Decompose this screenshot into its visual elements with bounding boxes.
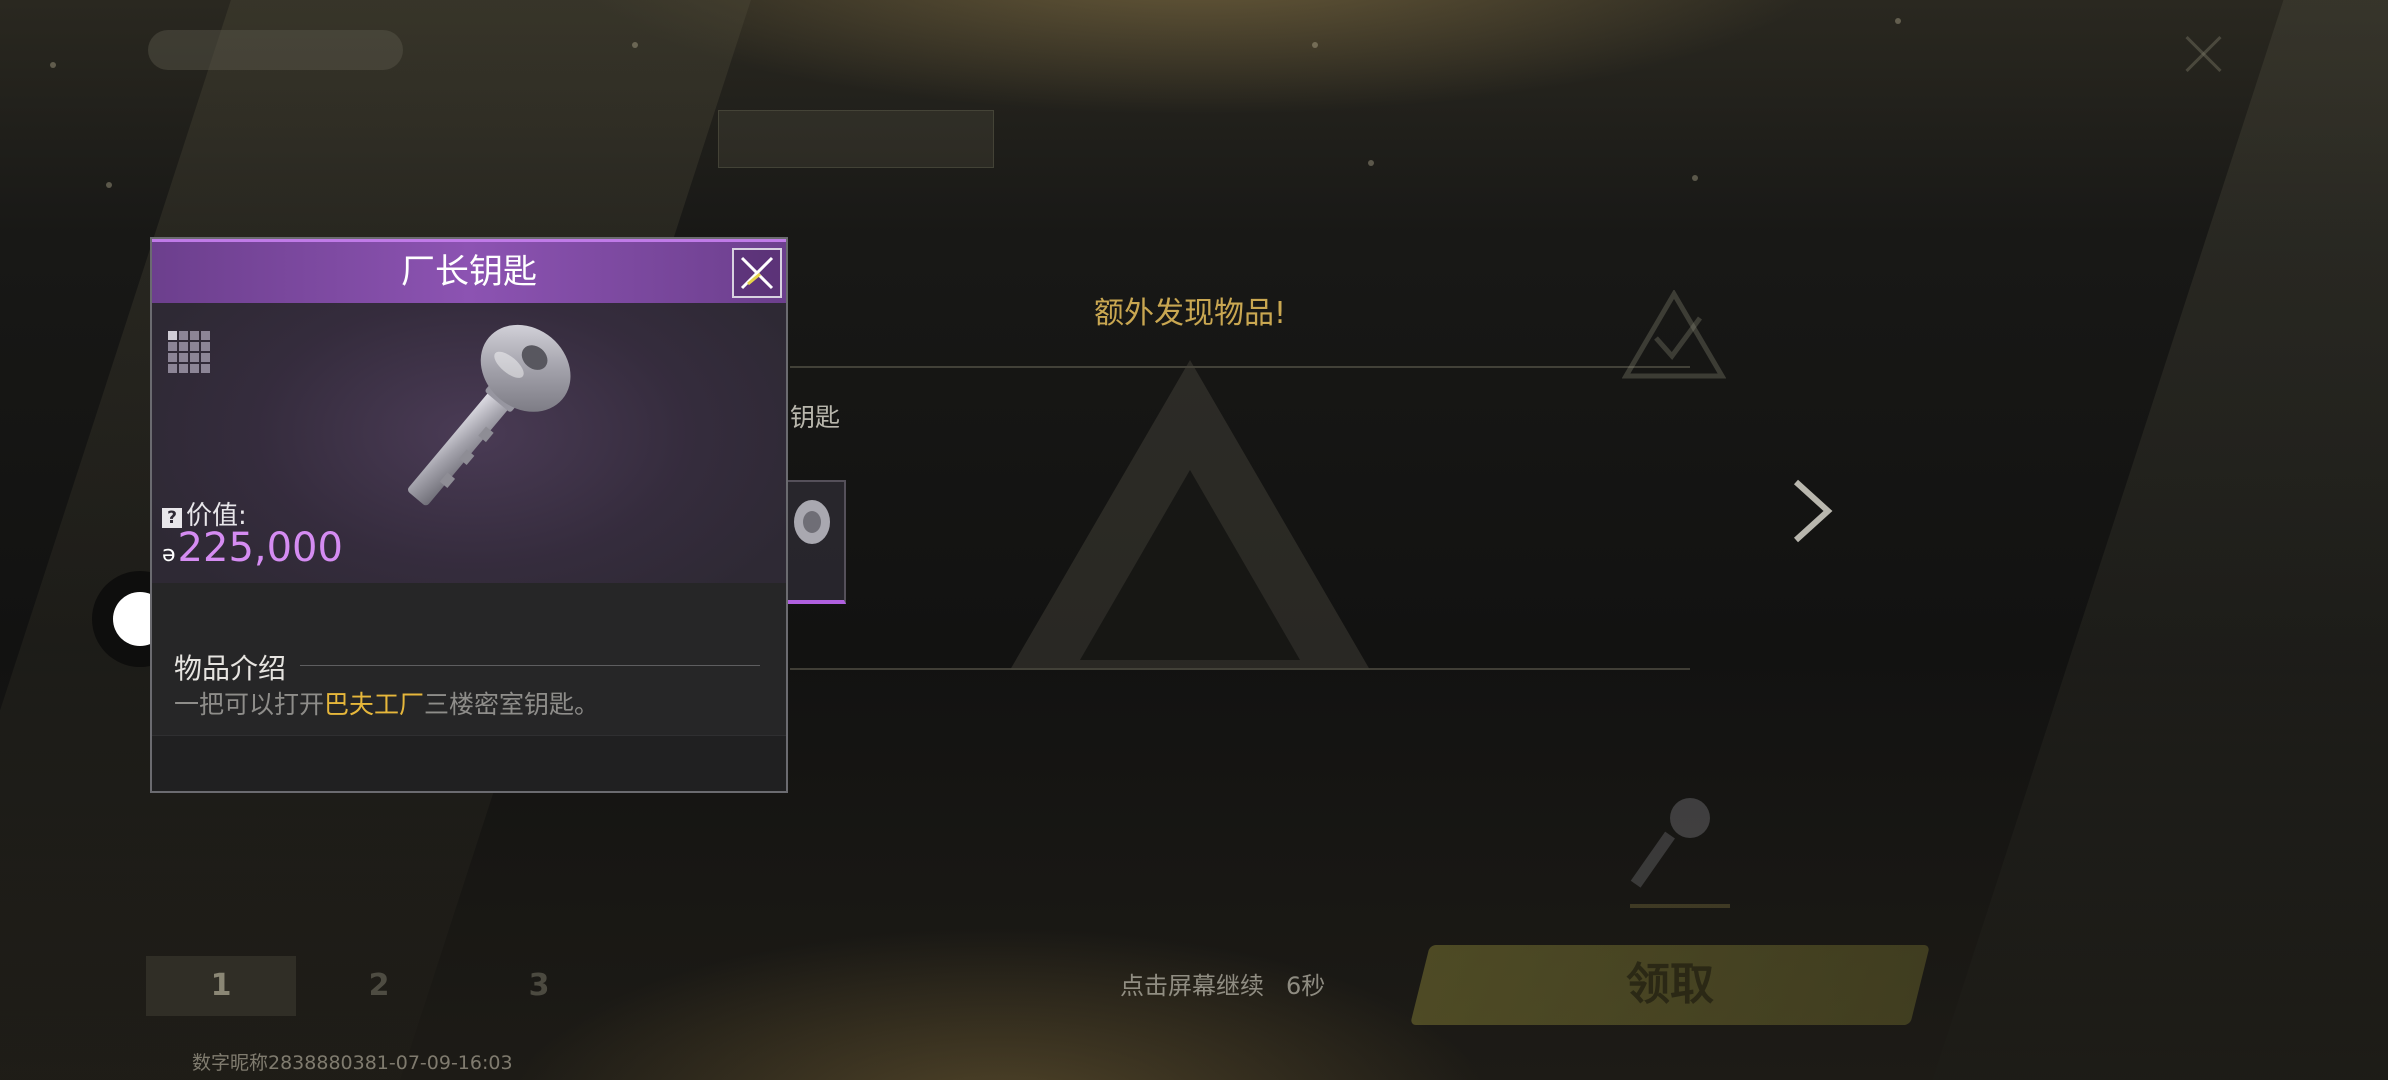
top-info-pill bbox=[148, 30, 403, 70]
page-tabs: 1 2 3 bbox=[146, 956, 846, 1016]
description-text: 三楼密室钥匙。 bbox=[424, 690, 600, 719]
item-description: 一把可以打开巴夫工厂三楼密室钥匙。 bbox=[174, 685, 599, 721]
item-value-number: 225,000 bbox=[177, 525, 343, 571]
particle bbox=[106, 182, 112, 188]
particle bbox=[1895, 18, 1901, 24]
particle bbox=[632, 42, 638, 48]
key-icon bbox=[794, 500, 830, 544]
close-icon bbox=[740, 256, 774, 290]
location-highlight: 巴夫工厂 bbox=[324, 690, 425, 719]
background-tag bbox=[718, 110, 994, 168]
tab-1[interactable]: 1 bbox=[146, 956, 296, 1016]
section-divider bbox=[300, 665, 760, 666]
coin-icon: ǝ bbox=[162, 542, 176, 567]
key-icon bbox=[408, 324, 571, 506]
item-title: 厂长钥匙 bbox=[401, 252, 537, 292]
countdown: 6秒 bbox=[1286, 972, 1326, 1000]
popup-footer bbox=[152, 735, 786, 791]
found-item-name: 钥匙 bbox=[790, 403, 841, 432]
particle bbox=[1692, 175, 1698, 181]
close-button[interactable] bbox=[732, 248, 782, 298]
side-reward-item bbox=[1630, 608, 1720, 718]
item-preview: ? 价值: ǝ225,000 bbox=[152, 303, 786, 583]
emblem-icon bbox=[1622, 290, 1726, 379]
tab-2[interactable]: 2 bbox=[304, 956, 454, 1016]
player-watermark: 数字昵称2838880381-07-09-16:03 bbox=[192, 1052, 513, 1074]
particle bbox=[1312, 42, 1318, 48]
item-detail-popup: 厂长钥匙 ? 价值: ǝ225,000 物品介绍 一把可以打开巴夫工厂三楼密室钥… bbox=[150, 237, 788, 793]
side-key-icon bbox=[1630, 798, 1730, 908]
claim-button[interactable]: 领取 bbox=[1420, 945, 1920, 1025]
grid-size-icon bbox=[168, 331, 210, 373]
background-logo-cutout bbox=[1080, 470, 1300, 660]
chevron-right-icon[interactable] bbox=[1790, 478, 1836, 544]
popup-header: 厂长钥匙 bbox=[152, 239, 786, 303]
item-value: ǝ225,000 bbox=[162, 525, 343, 571]
continue-hint: 点击屏幕继续 6秒 bbox=[1120, 966, 1325, 1001]
item-intro-heading: 物品介绍 bbox=[174, 652, 287, 685]
tab-3[interactable]: 3 bbox=[464, 956, 614, 1016]
particle bbox=[50, 62, 56, 68]
particle bbox=[1368, 160, 1374, 166]
found-item-slot[interactable] bbox=[780, 480, 846, 604]
game-screen[interactable]: 额外发现物品! 钥匙 1 2 3 点击屏幕继续 6秒 领取 数字昵称2838880… bbox=[0, 0, 2388, 1080]
background-stripe-right bbox=[1932, 0, 2388, 1080]
continue-text: 点击屏幕继续 bbox=[1120, 972, 1264, 1000]
description-text: 一把可以打开 bbox=[174, 690, 325, 719]
background-close-icon[interactable] bbox=[2180, 30, 2228, 78]
extra-found-banner: 额外发现物品! bbox=[1093, 296, 1287, 331]
